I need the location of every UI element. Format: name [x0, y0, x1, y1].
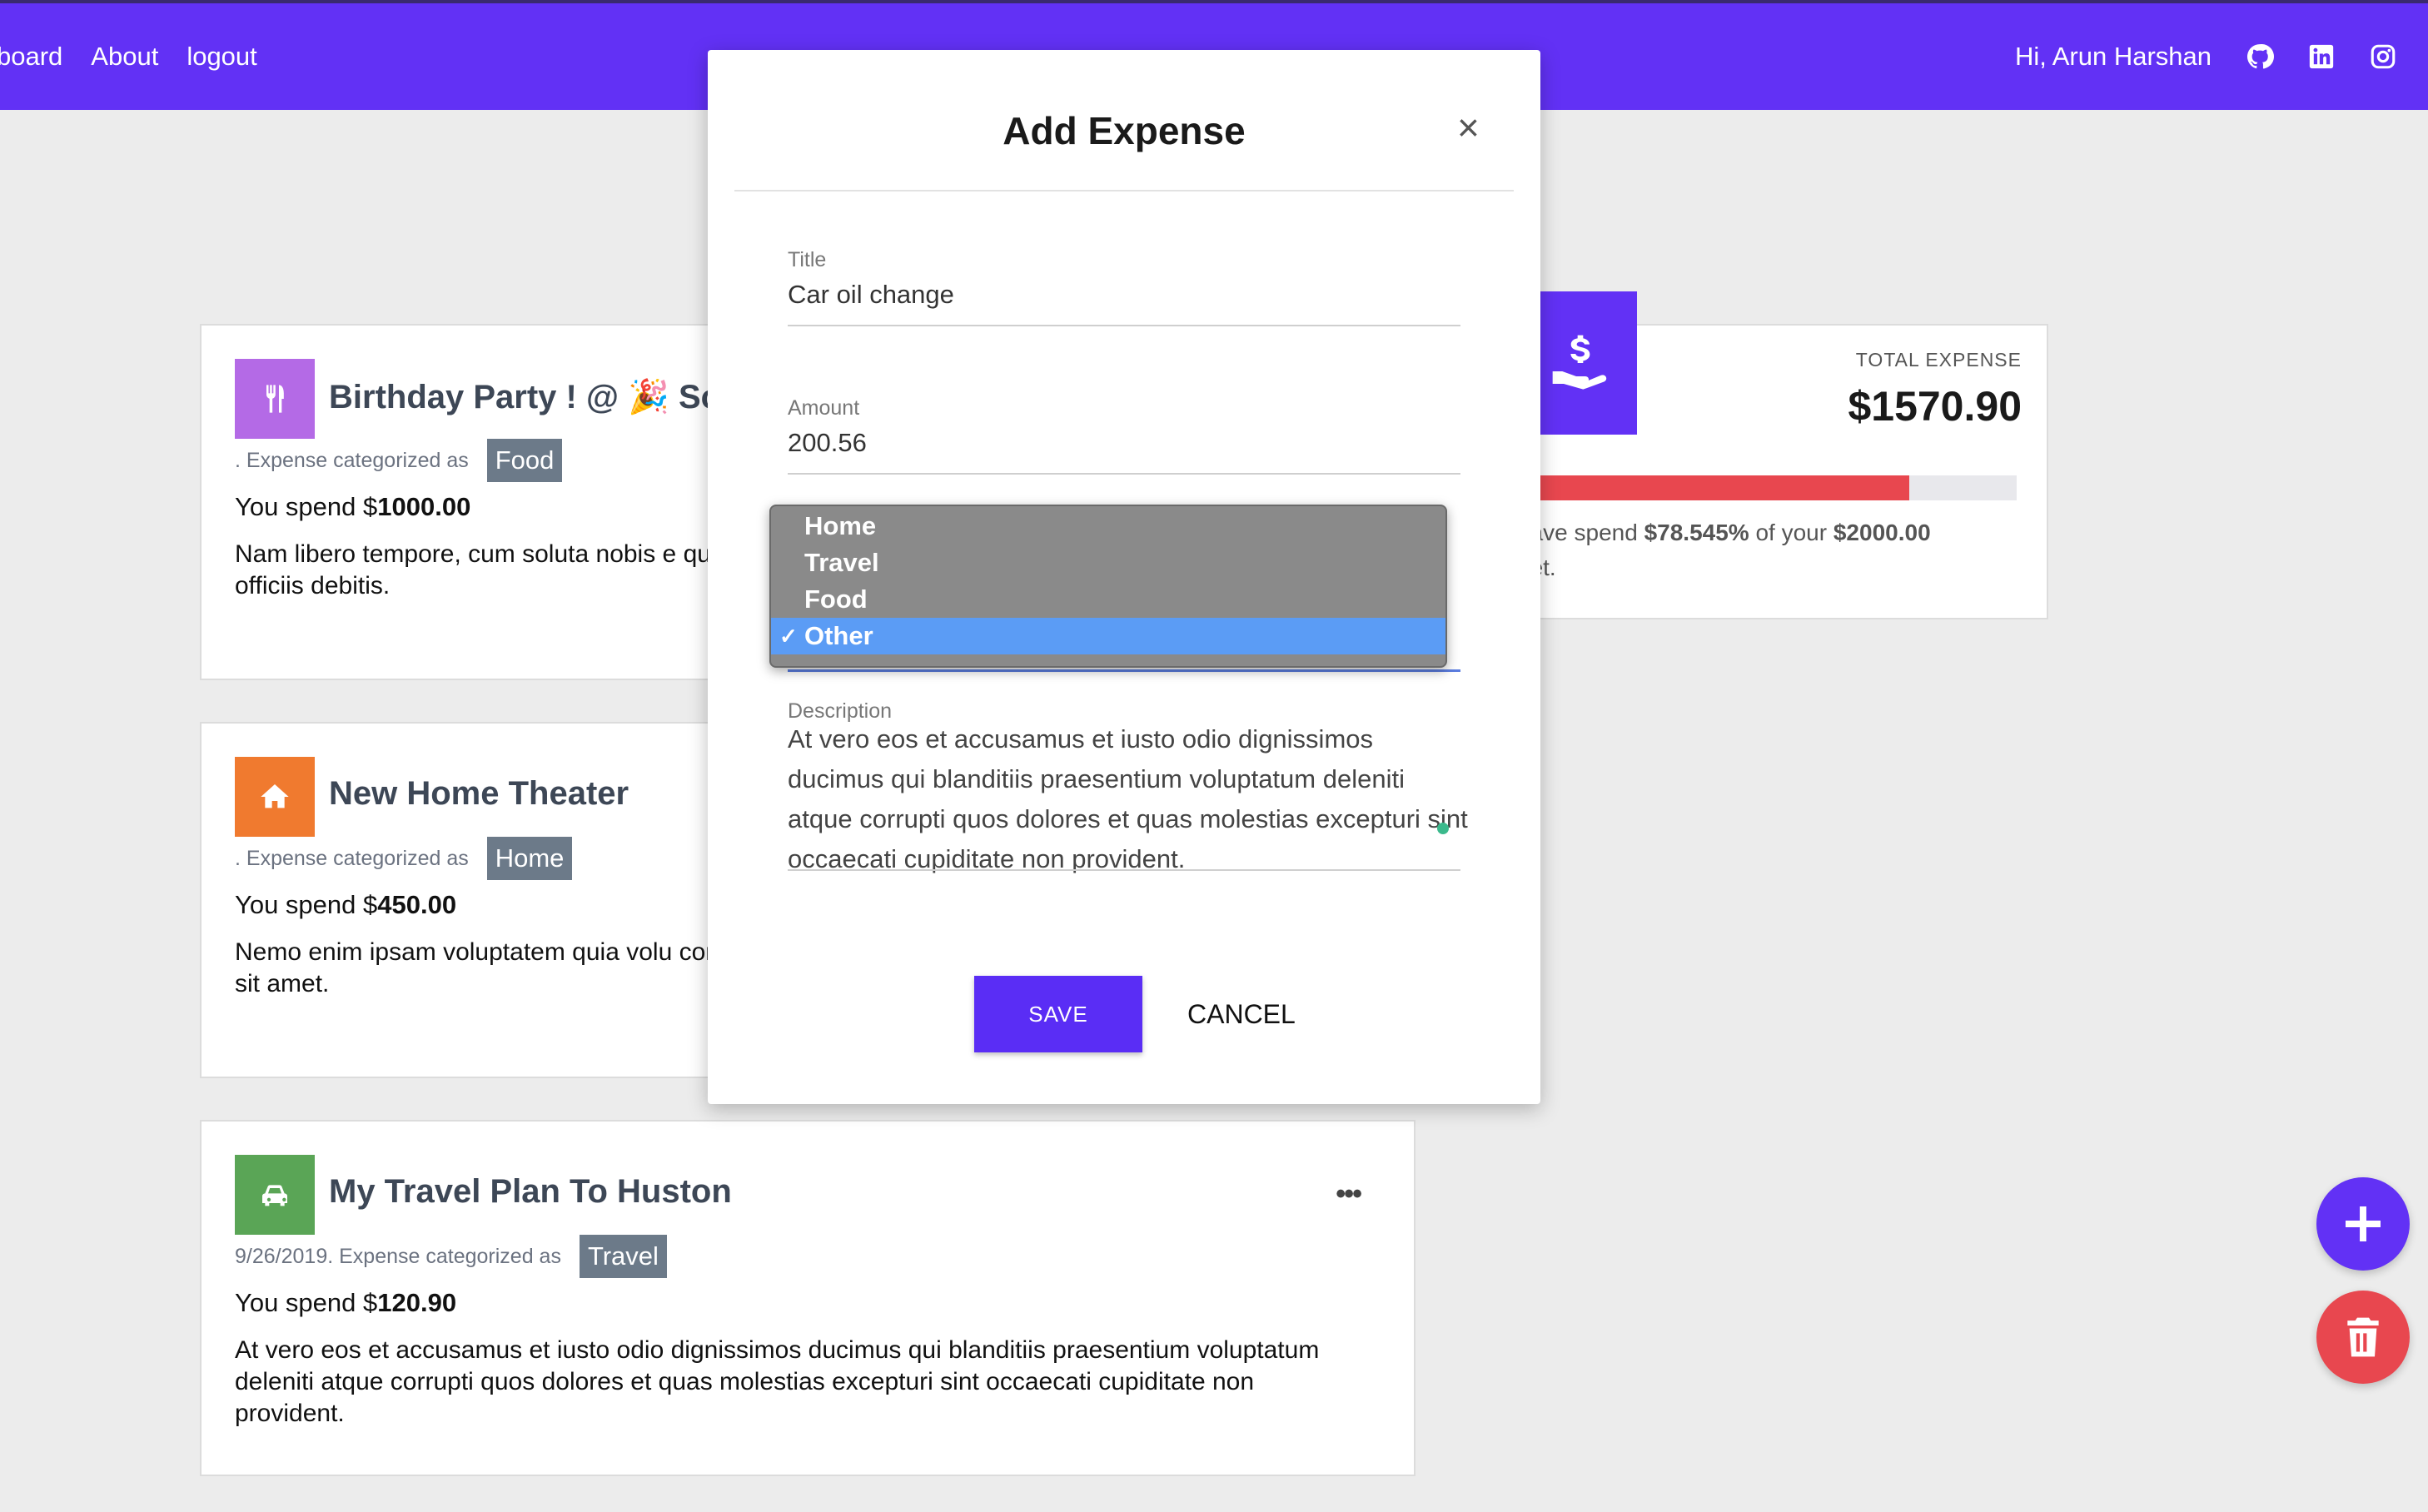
budget-progress-fill [1517, 475, 1909, 500]
title-input[interactable]: Car oil change [788, 280, 954, 310]
cancel-button[interactable]: CANCEL [1167, 976, 1316, 1052]
close-icon[interactable]: × [1457, 108, 1480, 147]
linkedin-icon[interactable] [2305, 40, 2338, 73]
delete-expense-button[interactable] [2316, 1291, 2410, 1384]
expense-title: Birthday Party ! @ 🎉 Son [329, 379, 742, 415]
amount-underline [788, 473, 1460, 475]
option-label: Other [804, 621, 873, 650]
spend-prefix: You spend $ [235, 492, 378, 521]
category-option-food[interactable]: Food [771, 581, 1445, 618]
expense-title: New Home Theater [329, 775, 629, 812]
option-label: Travel [804, 548, 879, 577]
description-underline [788, 869, 1460, 871]
spend-amount: 450.00 [377, 890, 457, 919]
amount-label: Amount [788, 396, 860, 420]
expense-spend: You spend $120.90 [235, 1288, 456, 1318]
total-expense-label: TOTAL EXPENSE [1855, 349, 2022, 371]
note-percent: $78.545% [1644, 520, 1749, 545]
category-select-underline[interactable] [788, 669, 1460, 672]
expense-meta-text: . Expense categorized as [235, 846, 469, 870]
category-badge: Food [486, 439, 563, 482]
category-badge: Travel [579, 1235, 667, 1278]
spend-prefix: You spend $ [235, 890, 378, 919]
category-option-travel[interactable]: Travel [771, 545, 1445, 581]
expense-description: At vero eos et accusamus et iusto odio d… [235, 1336, 1320, 1427]
utensils-icon [235, 359, 315, 439]
budget-note: have spend $78.545% of your $2000.00 get… [1517, 515, 2033, 585]
budget-progress-bar [1517, 475, 2017, 500]
expense-meta-text: . Expense categorized as [235, 448, 469, 472]
amount-input[interactable]: 200.56 [788, 428, 867, 458]
car-icon [235, 1155, 315, 1235]
nav-link-about[interactable]: About [91, 42, 158, 72]
expense-meta: . Expense categorized as Food [235, 439, 563, 482]
expense-meta: 9/26/2019. Expense categorized as Travel [235, 1235, 667, 1278]
category-badge: Home [486, 837, 573, 880]
expense-spend: You spend $1000.00 [235, 492, 470, 522]
option-label: Home [804, 511, 877, 540]
category-option-home[interactable]: Home [771, 508, 1445, 545]
spend-amount: 1000.00 [377, 492, 471, 521]
user-greeting: Hi, Arun Harshan [2014, 42, 2212, 71]
title-label: Title [788, 248, 827, 271]
trash-icon [2347, 1317, 2379, 1357]
save-button[interactable]: SAVE [974, 976, 1142, 1052]
option-label: Food [804, 584, 868, 614]
nav-link-logout[interactable]: logout [187, 42, 256, 72]
github-icon[interactable] [2243, 40, 2276, 73]
category-option-other[interactable]: ✓ Other [771, 618, 1445, 654]
total-expense-value: $1570.90 [1848, 383, 2022, 430]
note-budget: $2000.00 [1833, 520, 1931, 545]
category-dropdown[interactable]: Home Travel Food ✓ Other [769, 505, 1447, 668]
nav-right: Hi, Arun Harshan [2015, 3, 2428, 110]
checkmark-icon: ✓ [779, 623, 798, 649]
spend-amount: 120.90 [377, 1288, 457, 1317]
modal-divider [734, 190, 1514, 191]
nav-link-dashboard[interactable]: board [0, 42, 62, 72]
dollar-hand-icon [1524, 291, 1637, 435]
plus-icon [2346, 1206, 2381, 1241]
instagram-icon[interactable] [2366, 40, 2400, 73]
add-expense-button[interactable] [2316, 1177, 2410, 1271]
modal-title: Add Expense [1003, 109, 1246, 152]
note-mid: of your [1755, 520, 1828, 545]
expense-meta-text: 9/26/2019. Expense categorized as [235, 1244, 561, 1268]
spend-prefix: You spend $ [235, 1288, 378, 1317]
more-options-button[interactable]: ••• [1336, 1178, 1362, 1211]
expense-title: My Travel Plan To Huston [329, 1173, 732, 1210]
expense-card: My Travel Plan To Huston ••• 9/26/2019. … [200, 1120, 1416, 1476]
description-input[interactable]: At vero eos et accusamus et iusto odio d… [788, 719, 1470, 879]
expense-spend: You spend $450.00 [235, 890, 456, 920]
title-underline [788, 325, 1460, 326]
home-icon [235, 757, 315, 837]
nav-links: board About logout [0, 3, 257, 110]
cursor-dot [1437, 823, 1449, 834]
expense-meta: . Expense categorized as Home [235, 837, 573, 880]
